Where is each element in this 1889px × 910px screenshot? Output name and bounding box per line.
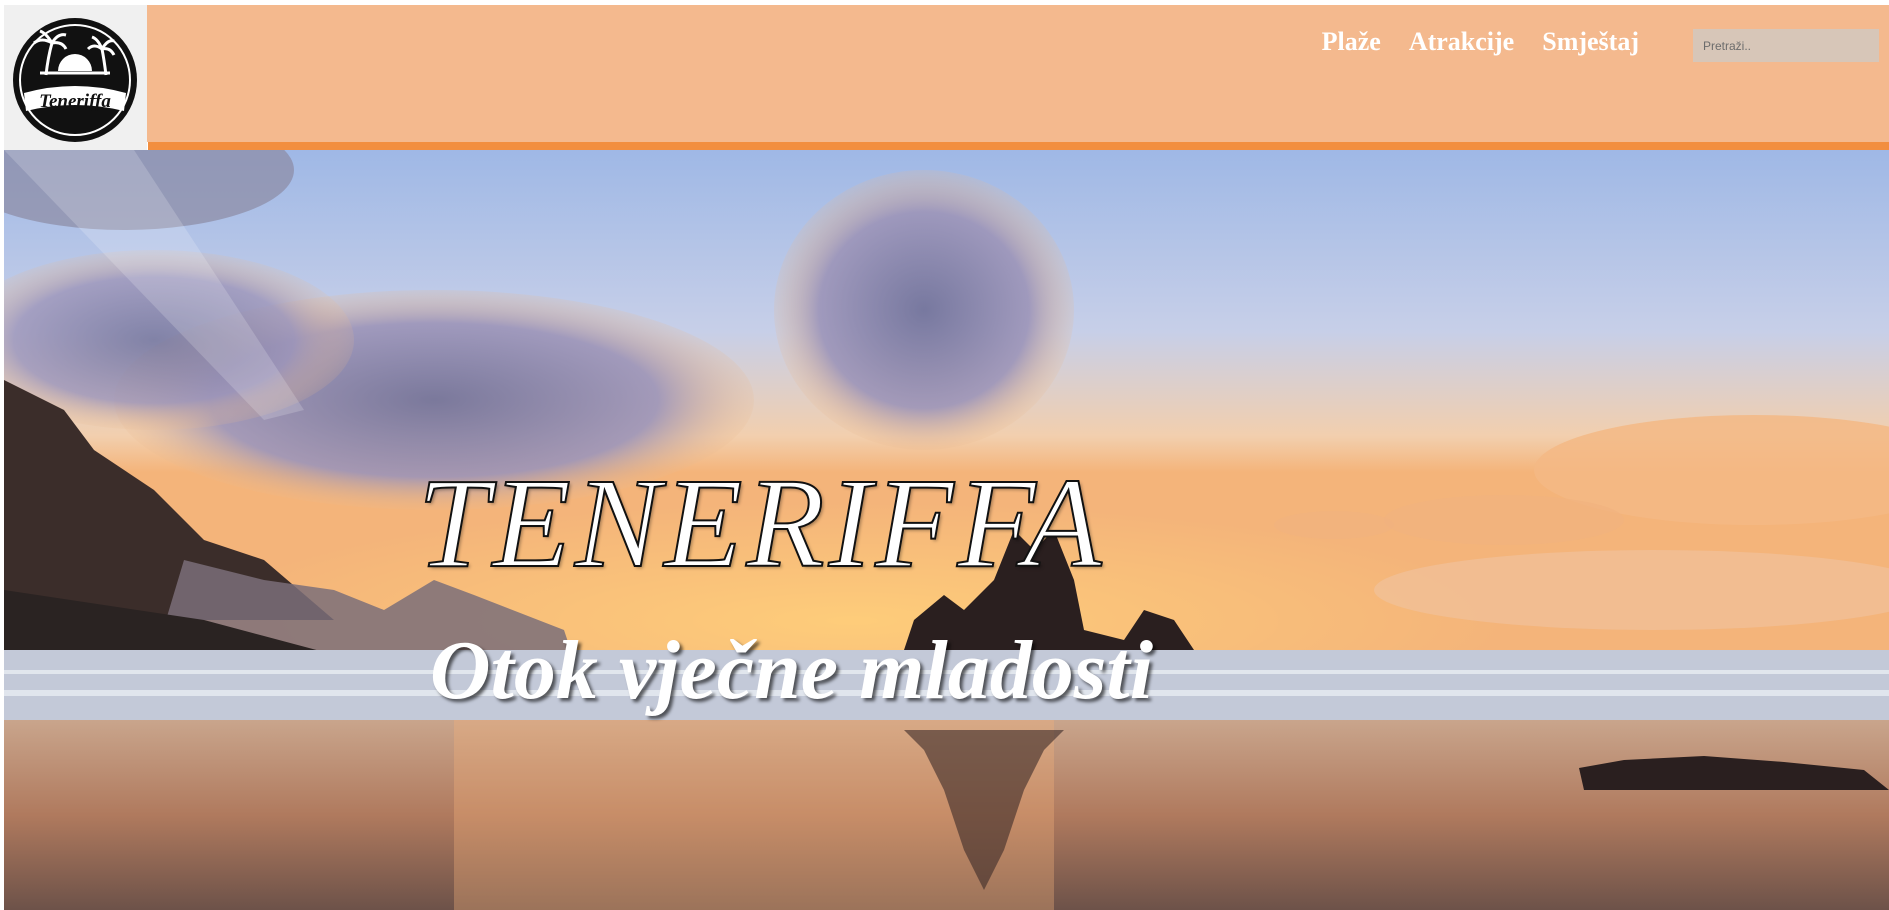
palm-trees-sun-logo-icon: Teneriffa — [13, 18, 137, 142]
main-nav: Plaže Atrakcije Smještaj — [1322, 22, 1639, 62]
hero-banner: TENERIFFA Otok vječne mladosti — [4, 150, 1889, 910]
hero-title: TENERIFFA — [417, 451, 1106, 595]
logo-text: Teneriffa — [39, 91, 111, 112]
nav-link-plaze[interactable]: Plaže — [1322, 22, 1381, 62]
header-accent-stripe — [148, 142, 1889, 150]
site-logo[interactable]: Teneriffa — [4, 5, 147, 150]
search-input[interactable] — [1693, 29, 1879, 62]
nav-link-atrakcije[interactable]: Atrakcije — [1409, 22, 1514, 62]
page: Teneriffa Plaže Atrakcije Smještaj Pretr… — [0, 0, 1889, 910]
nav-link-smjestaj[interactable]: Smještaj — [1542, 22, 1639, 62]
hero-subtitle: Otok vječne mladosti — [429, 624, 1154, 717]
